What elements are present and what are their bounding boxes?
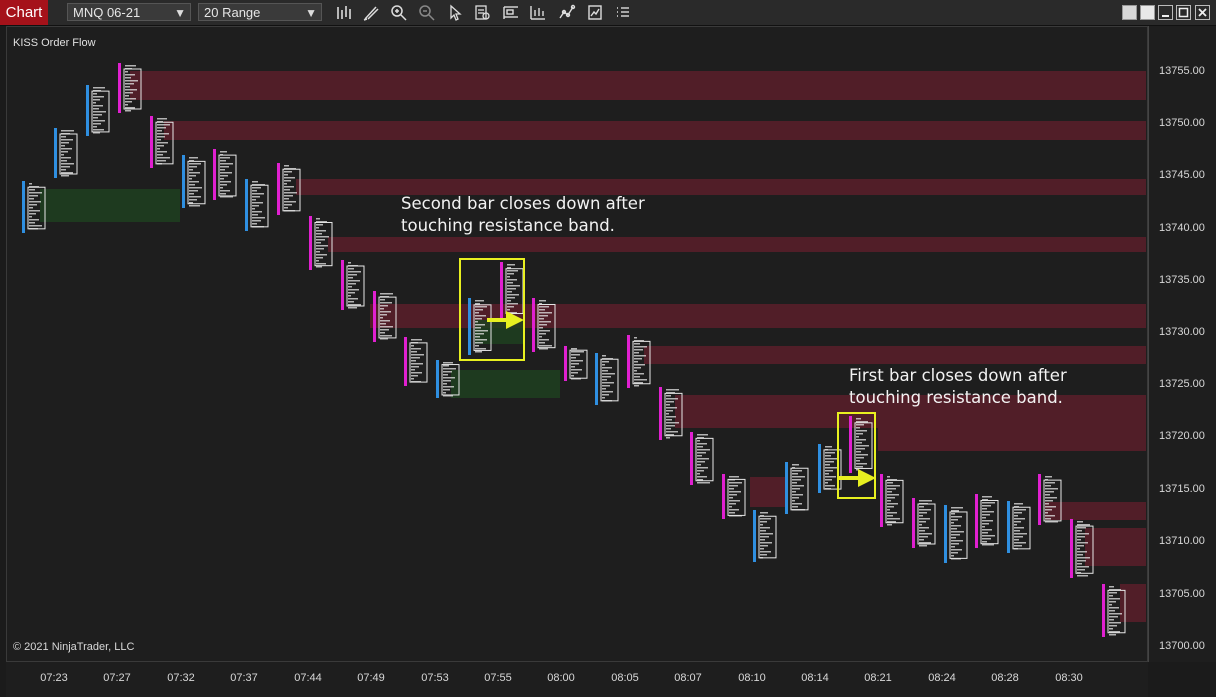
order-flow-bar[interactable] [690,432,714,485]
order-flow-bar[interactable] [404,337,428,386]
arrow-icon [839,469,876,487]
time-tick-label: 07:53 [421,672,449,684]
time-tick-label: 08:21 [864,672,892,684]
order-flow-bar[interactable] [912,498,936,548]
zone-band [328,237,1146,252]
order-flow-bar[interactable] [785,462,809,514]
annotation-text-1: Second bar closes down after touching re… [401,193,645,237]
copyright-text: © 2021 NinjaTrader, LLC [13,641,135,653]
time-tick-label: 08:30 [1055,672,1083,684]
order-flow-bar[interactable] [54,128,78,178]
price-tick-label: 13755.00 [1159,65,1205,77]
order-flow-bar[interactable] [182,155,206,208]
zone-band [1120,584,1146,622]
order-flow-bar[interactable] [753,510,777,562]
time-tick-label: 07:55 [484,672,512,684]
price-tick-label: 13705.00 [1159,588,1205,600]
order-flow-bar[interactable] [213,149,237,200]
time-tick-label: 07:37 [230,672,258,684]
chart-canvas [22,63,1146,637]
zone-band [1045,502,1146,520]
indicator-label: KISS Order Flow [13,37,96,49]
order-flow-bar[interactable] [86,85,110,136]
time-tick-label: 08:05 [611,672,639,684]
order-flow-bar[interactable] [880,474,904,527]
zone-band [644,346,1146,364]
time-tick-label: 08:07 [674,672,702,684]
zone-band [878,428,1146,451]
price-tick-label: 13710.00 [1159,535,1205,547]
price-tick-label: 13740.00 [1159,222,1205,234]
zone-band [164,121,1146,140]
annotation-line: touching resistance band. [849,388,1063,407]
time-tick-label: 08:14 [801,672,829,684]
time-tick-label: 08:28 [991,672,1019,684]
price-tick-label: 13735.00 [1159,274,1205,286]
zone-band [1085,528,1146,566]
zone-bands [40,71,1146,622]
order-flow-bar[interactable] [564,346,588,381]
price-tick-label: 13730.00 [1159,326,1205,338]
order-flow-bar[interactable] [595,353,619,405]
price-tick-label: 13715.00 [1159,483,1205,495]
time-tick-label: 07:23 [40,672,68,684]
time-axis[interactable]: 07:23 07:27 07:32 07:37 07:44 07:49 07:53 07:55… [6,662,1148,697]
zone-band [750,477,785,507]
price-tick-label: 13750.00 [1159,117,1205,129]
annotation-line: Second bar closes down after [401,194,645,213]
order-flow-bar[interactable] [944,505,968,563]
price-tick-label: 13720.00 [1159,430,1205,442]
price-tick-label: 13745.00 [1159,169,1205,181]
annotation-line: First bar closes down after [849,366,1067,385]
order-flow-bar[interactable] [1007,501,1031,553]
order-flow-bar[interactable] [722,474,746,519]
time-tick-label: 08:00 [547,672,575,684]
time-tick-label: 07:32 [167,672,195,684]
annotation-text-2: First bar closes down after touching res… [849,365,1067,409]
time-tick-label: 07:27 [103,672,131,684]
zone-band [451,370,560,398]
time-tick-label: 07:49 [357,672,385,684]
order-flow-bar[interactable] [245,179,269,231]
zone-band [40,189,180,222]
time-tick-label: 07:44 [294,672,322,684]
time-tick-label: 08:24 [928,672,956,684]
order-flow-bar[interactable] [341,260,365,310]
price-axis[interactable]: 13755.00 13750.00 13745.00 13740.00 13735.00… [1148,26,1216,662]
time-tick-label: 08:10 [738,672,766,684]
zone-band [130,71,1146,100]
order-flow-bar[interactable] [975,494,999,548]
price-tick-label: 13725.00 [1159,378,1205,390]
annotation-line: touching resistance band. [401,216,615,235]
price-tick-label: 13700.00 [1159,640,1205,652]
